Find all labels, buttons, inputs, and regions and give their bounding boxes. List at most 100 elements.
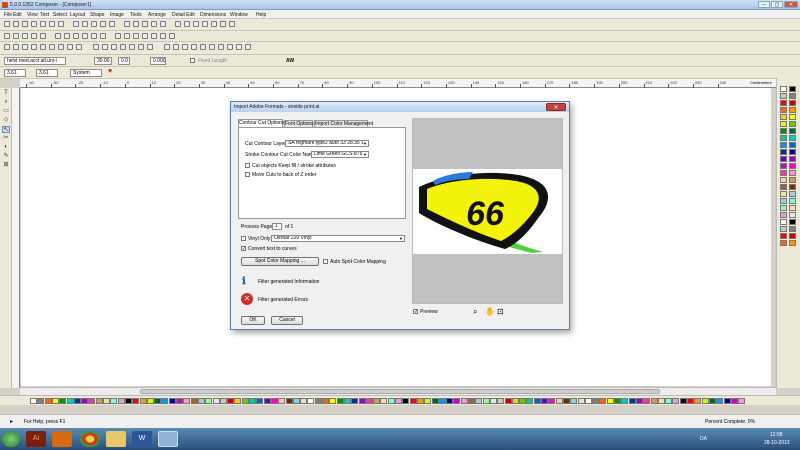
color-swatch[interactable] bbox=[497, 398, 505, 404]
menu-item-view[interactable]: View bbox=[27, 12, 38, 18]
color-swatch[interactable] bbox=[292, 398, 300, 404]
color-swatch[interactable] bbox=[701, 398, 709, 404]
toolbar-1-button-icon[interactable] bbox=[58, 21, 64, 27]
color-swatch[interactable] bbox=[241, 398, 249, 404]
color-swatch[interactable] bbox=[679, 398, 687, 404]
preview-checkbox[interactable]: ✓ bbox=[413, 309, 418, 315]
color-swatch[interactable] bbox=[780, 170, 787, 176]
color-swatch[interactable] bbox=[789, 191, 796, 197]
toolbar-1-button-icon[interactable] bbox=[211, 21, 217, 27]
color-swatch[interactable] bbox=[789, 240, 796, 246]
zoom-icon[interactable]: ⌕ bbox=[473, 307, 477, 317]
color-swatch[interactable] bbox=[780, 212, 787, 218]
office-app-icon[interactable] bbox=[52, 431, 72, 447]
units-select[interactable]: System bbox=[70, 69, 102, 77]
color-swatch[interactable] bbox=[351, 398, 359, 404]
toolbar-2-button-icon[interactable] bbox=[142, 33, 148, 39]
color-swatch[interactable] bbox=[562, 398, 570, 404]
pan-hand-icon[interactable]: ✋ bbox=[485, 307, 495, 316]
color-swatch[interactable] bbox=[780, 191, 787, 197]
color-swatch[interactable] bbox=[431, 398, 439, 404]
color-swatch[interactable] bbox=[161, 398, 169, 404]
toolbar-3-button-icon[interactable] bbox=[191, 44, 197, 50]
color-swatch[interactable] bbox=[789, 128, 796, 134]
color-swatch[interactable] bbox=[533, 398, 541, 404]
toolbar-2-button-icon[interactable] bbox=[100, 33, 106, 39]
color-swatch[interactable] bbox=[176, 398, 183, 404]
color-swatch[interactable] bbox=[489, 398, 497, 404]
color-swatch[interactable] bbox=[95, 398, 103, 404]
color-swatch[interactable] bbox=[780, 107, 787, 113]
move-cuts-checkbox[interactable] bbox=[245, 172, 250, 177]
color-swatch[interactable] bbox=[380, 398, 388, 404]
fixed-length-checkbox[interactable] bbox=[190, 58, 195, 63]
toolbar-3-button-icon[interactable] bbox=[49, 44, 55, 50]
color-swatch[interactable] bbox=[708, 398, 716, 404]
toolbar-3-button-icon[interactable] bbox=[164, 44, 170, 50]
toolbar-2-button-icon[interactable] bbox=[151, 33, 157, 39]
toolbar-1-button-icon[interactable] bbox=[100, 21, 106, 27]
color-swatch[interactable] bbox=[322, 398, 329, 404]
color-swatch[interactable] bbox=[730, 398, 738, 404]
color-swatch[interactable] bbox=[577, 398, 585, 404]
color-swatch[interactable] bbox=[665, 398, 673, 404]
color-swatch[interactable] bbox=[780, 142, 787, 148]
toolbar-3-button-icon[interactable] bbox=[120, 44, 126, 50]
start-button[interactable] bbox=[2, 431, 20, 447]
toolbar-2-button-icon[interactable] bbox=[124, 33, 130, 39]
close-button[interactable]: ✕ bbox=[784, 1, 798, 8]
color-swatch[interactable] bbox=[59, 398, 67, 404]
color-swatch[interactable] bbox=[789, 142, 796, 148]
color-swatch[interactable] bbox=[81, 398, 89, 404]
color-swatch[interactable] bbox=[789, 135, 796, 141]
toolbar-3-button-icon[interactable] bbox=[236, 44, 242, 50]
toolbar-1-button-icon[interactable] bbox=[31, 21, 37, 27]
color-swatch[interactable] bbox=[395, 398, 402, 404]
ok-button[interactable]: OK bbox=[241, 316, 265, 325]
select-tool-icon[interactable]: ↖ bbox=[2, 126, 10, 133]
color-swatch[interactable] bbox=[307, 398, 315, 404]
color-swatch[interactable] bbox=[780, 240, 787, 246]
toolbar-2-button-icon[interactable] bbox=[4, 33, 10, 39]
color-swatch[interactable] bbox=[621, 398, 629, 404]
measure-tool-icon[interactable]: ⊞ bbox=[2, 162, 10, 169]
color-swatch[interactable] bbox=[780, 100, 787, 106]
toolbar-1-button-icon[interactable] bbox=[49, 21, 55, 27]
toolbar-2-button-icon[interactable] bbox=[64, 33, 70, 39]
color-swatch[interactable] bbox=[343, 398, 351, 404]
color-swatch[interactable] bbox=[672, 398, 680, 404]
color-swatch[interactable] bbox=[110, 398, 118, 404]
color-swatch[interactable] bbox=[606, 398, 614, 404]
color-swatch[interactable] bbox=[789, 226, 796, 232]
color-swatch[interactable] bbox=[789, 100, 796, 106]
color-swatch[interactable] bbox=[183, 398, 191, 404]
menu-item-image[interactable]: Image bbox=[110, 12, 124, 18]
color-swatch[interactable] bbox=[780, 121, 787, 127]
spacing-field[interactable]: 0.000 bbox=[150, 57, 166, 65]
toolbar-3-button-icon[interactable] bbox=[67, 44, 73, 50]
color-swatch[interactable] bbox=[687, 398, 694, 404]
color-swatch[interactable] bbox=[300, 398, 308, 404]
minimize-button[interactable]: – bbox=[758, 1, 770, 8]
stroke-color-select[interactable]: Lime Green GCS-876 ▼ bbox=[311, 151, 369, 158]
toolbar-3-button-icon[interactable] bbox=[245, 44, 251, 50]
menu-item-tools[interactable]: Tools bbox=[130, 12, 142, 18]
vinyl-select[interactable]: Oerbar 220 Vinyl ▼ bbox=[271, 235, 405, 242]
toolbar-3-button-icon[interactable] bbox=[182, 44, 188, 50]
color-swatch[interactable] bbox=[387, 398, 395, 404]
auto-spot-checkbox[interactable] bbox=[323, 259, 328, 264]
color-swatch[interactable] bbox=[650, 398, 658, 404]
color-swatch[interactable] bbox=[657, 398, 665, 404]
toolbar-2-button-icon[interactable] bbox=[55, 33, 61, 39]
toolbar-3-button-icon[interactable] bbox=[4, 44, 10, 50]
color-swatch[interactable] bbox=[30, 398, 37, 404]
color-swatch[interactable] bbox=[227, 398, 235, 404]
color-swatch[interactable] bbox=[789, 107, 796, 113]
toolbar-1-button-icon[interactable] bbox=[184, 21, 190, 27]
font-name-field[interactable]: helvt med.acct alt.uni-i bbox=[4, 57, 66, 65]
color-swatch[interactable] bbox=[139, 398, 147, 404]
color-swatch[interactable] bbox=[599, 398, 607, 404]
width-field[interactable]: 3.61 bbox=[4, 69, 26, 77]
color-swatch[interactable] bbox=[780, 128, 787, 134]
illustrator-app-icon[interactable]: Ai bbox=[26, 431, 46, 447]
